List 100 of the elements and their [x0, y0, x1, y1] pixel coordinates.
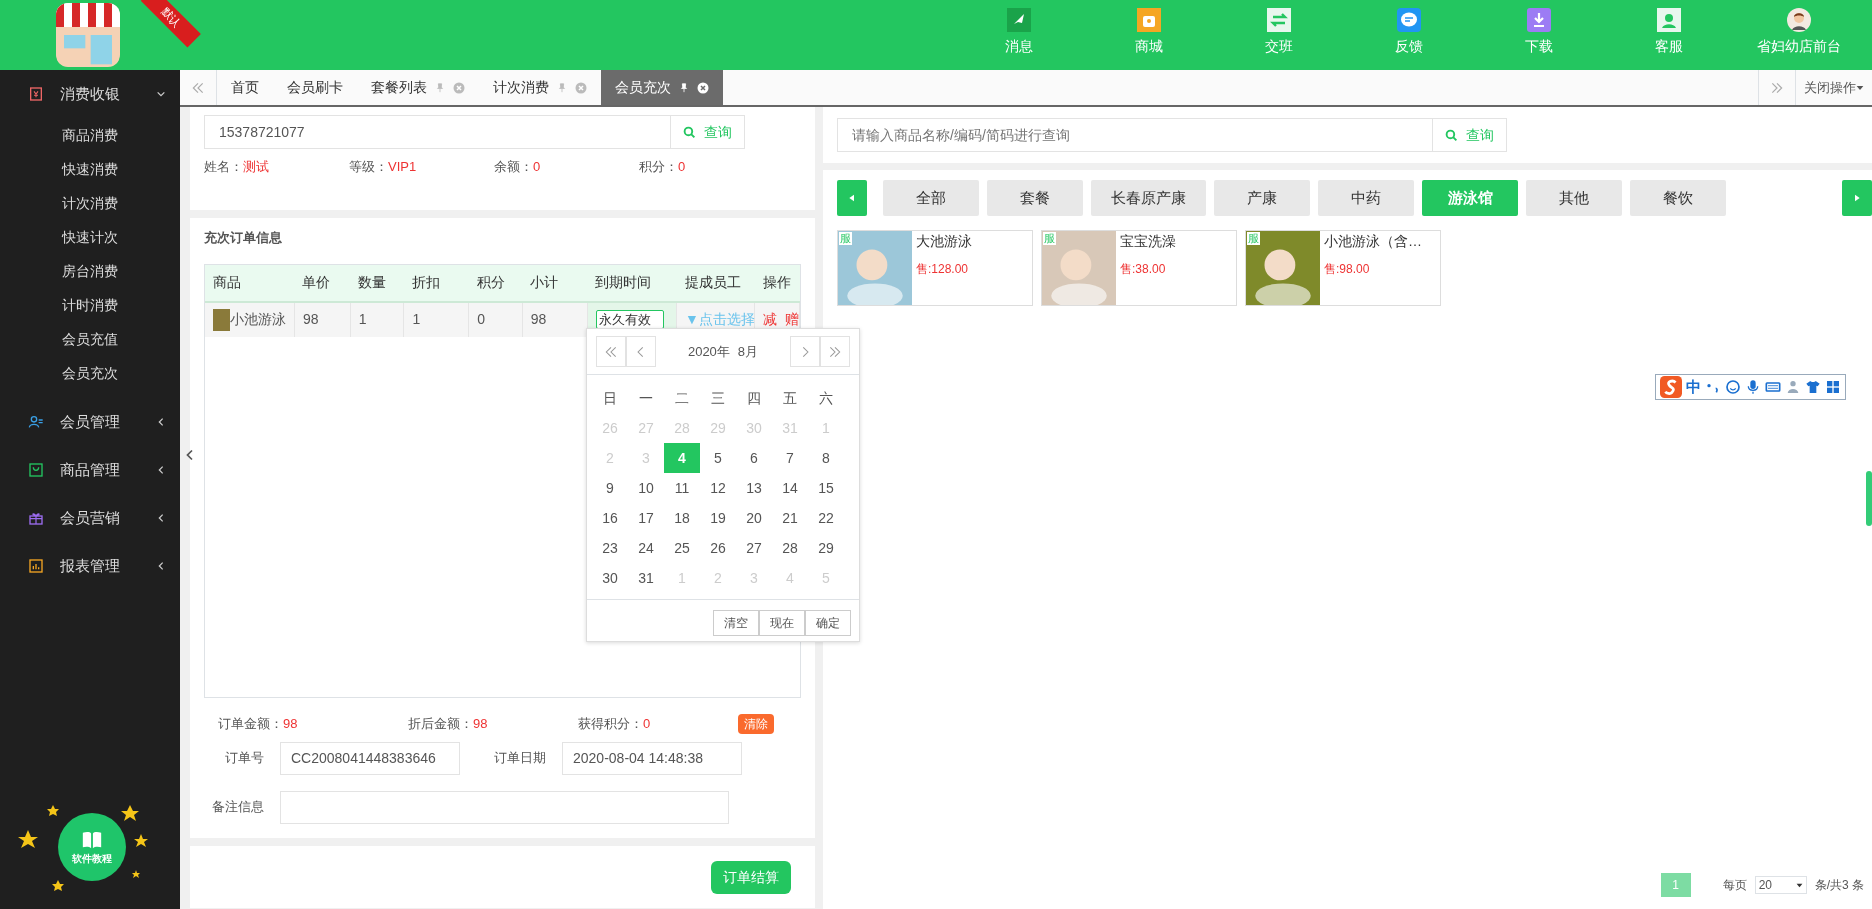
- category-tab[interactable]: 长春原产康: [1091, 180, 1206, 216]
- pin-icon: [679, 81, 689, 94]
- calendar-day[interactable]: 11: [664, 473, 700, 503]
- order-number-field[interactable]: CC2008041448383646: [280, 741, 460, 775]
- calendar-day[interactable]: 24: [628, 533, 664, 563]
- calendar-day[interactable]: 15: [808, 473, 844, 503]
- calendar-day[interactable]: 10: [628, 473, 664, 503]
- tab[interactable]: 会员刷卡: [273, 70, 357, 105]
- calendar-day[interactable]: 28: [772, 533, 808, 563]
- weekday-label: 日: [602, 389, 618, 408]
- calendar-year[interactable]: 2020年: [687, 341, 730, 362]
- sidebar-item[interactable]: 计时消费: [0, 288, 180, 322]
- category-tab[interactable]: 其他: [1526, 180, 1622, 216]
- calendar-day[interactable]: 13: [736, 473, 772, 503]
- phone-input[interactable]: 15378721077: [204, 115, 671, 149]
- calendar-day[interactable]: 14: [772, 473, 808, 503]
- chevron-left-icon: [156, 465, 166, 475]
- calendar-day[interactable]: 17: [628, 503, 664, 533]
- weekday-label: 三: [710, 389, 726, 408]
- smiley-icon[interactable]: [1725, 379, 1741, 395]
- tab[interactable]: 会员充次: [601, 70, 723, 105]
- caret-left-icon: [848, 193, 856, 203]
- chevron-down-icon: [156, 89, 166, 99]
- sidebar-item[interactable]: 快速消费: [0, 152, 180, 186]
- calendar-day[interactable]: 23: [592, 533, 628, 563]
- calendar-day[interactable]: 12: [700, 473, 736, 503]
- grid-icon[interactable]: [1825, 379, 1841, 395]
- category-tab[interactable]: 中药: [1318, 180, 1414, 216]
- sidebar-group[interactable]: 商品管理: [0, 446, 180, 494]
- scrollbar-thumb[interactable]: [1866, 471, 1872, 526]
- tab[interactable]: 首页: [217, 70, 273, 105]
- calendar-month[interactable]: 8月: [737, 341, 759, 362]
- close-operations-menu[interactable]: 关闭操作: [1795, 70, 1872, 105]
- table-cell: 1: [350, 301, 404, 337]
- double-chevron-right-icon[interactable]: [828, 344, 842, 359]
- calendar-day[interactable]: 31: [628, 563, 664, 593]
- avatar-icon[interactable]: [1787, 8, 1811, 32]
- category-tab[interactable]: 全部: [883, 180, 979, 216]
- action-link[interactable]: 赠: [785, 311, 800, 327]
- chat-bubble-icon[interactable]: [1397, 8, 1421, 32]
- member-field: 积分：0: [639, 157, 784, 177]
- calendar-day[interactable]: 27: [736, 533, 772, 563]
- calendar-button[interactable]: 确定: [805, 610, 851, 636]
- person-icon[interactable]: [1785, 379, 1801, 395]
- column-header: 数量: [350, 264, 404, 302]
- per-page-select[interactable]: 20: [1754, 876, 1807, 894]
- product-card[interactable]: 服 宝宝洗澡 售:38.00: [1041, 230, 1237, 306]
- sidebar-item[interactable]: 计次消费: [0, 186, 180, 220]
- calendar-day[interactable]: 16: [592, 503, 628, 533]
- page-total: 条/共3 条: [1814, 877, 1864, 894]
- sidebar-group[interactable]: 报表管理: [0, 542, 180, 590]
- calendar-day[interactable]: 8: [808, 443, 844, 473]
- sidebar-item[interactable]: 快速计次: [0, 220, 180, 254]
- microphone-icon[interactable]: [1745, 379, 1761, 395]
- product-price: 售:98.00: [1324, 261, 1371, 278]
- swap-arrows-icon[interactable]: [1267, 8, 1291, 32]
- category-tab[interactable]: 餐饮: [1630, 180, 1726, 216]
- shirt-icon[interactable]: [1805, 379, 1821, 395]
- column-header: 单价: [294, 264, 351, 302]
- product-search-field[interactable]: 请输入商品名称/编码/简码进行查询: [837, 118, 1433, 152]
- sidebar-item[interactable]: 会员充值: [0, 322, 180, 356]
- sidebar-item[interactable]: 商品消费: [0, 118, 180, 152]
- order-date-field[interactable]: 2020-08-04 14:48:38: [562, 741, 742, 775]
- product-name: 大池游泳: [916, 232, 972, 251]
- sidebar-group[interactable]: 会员营销: [0, 494, 180, 542]
- category-tab[interactable]: 产康: [1214, 180, 1310, 216]
- calendar-day[interactable]: 29: [808, 533, 844, 563]
- close-icon[interactable]: [697, 81, 709, 94]
- calendar-day[interactable]: 20: [736, 503, 772, 533]
- ime-mode[interactable]: 中: [1686, 375, 1701, 399]
- sidebar-item[interactable]: 会员充次: [0, 356, 180, 390]
- product-card[interactable]: 服 小池游泳（含… 售:98.00: [1245, 230, 1441, 306]
- calendar-day[interactable]: 25: [664, 533, 700, 563]
- calendar-day[interactable]: 21: [772, 503, 808, 533]
- sidebar-group[interactable]: 消费收银: [0, 70, 180, 118]
- sidebar-group[interactable]: 会员管理: [0, 398, 180, 446]
- column-header: 到期时间: [587, 264, 677, 302]
- action-link[interactable]: 减: [763, 311, 778, 327]
- calendar-button[interactable]: 清空: [713, 610, 759, 636]
- calendar-day[interactable]: 6: [736, 443, 772, 473]
- calendar-day[interactable]: 19: [700, 503, 736, 533]
- double-chevron-left-icon[interactable]: [604, 344, 618, 359]
- calendar-day[interactable]: 26: [700, 533, 736, 563]
- sidebar-item[interactable]: 房台消费: [0, 254, 180, 288]
- people-icon: [28, 414, 44, 430]
- keyboard-icon[interactable]: [1765, 379, 1781, 395]
- calendar-button[interactable]: 现在: [759, 610, 805, 636]
- calendar-day[interactable]: 9: [592, 473, 628, 503]
- product-card[interactable]: 服 大池游泳 售:128.00: [837, 230, 1033, 306]
- calendar-day[interactable]: 22: [808, 503, 844, 533]
- calendar-day[interactable]: 30: [592, 563, 628, 593]
- category-tab[interactable]: 套餐: [987, 180, 1083, 216]
- calendar-day[interactable]: 7: [772, 443, 808, 473]
- calendar-day[interactable]: 18: [664, 503, 700, 533]
- download-icon[interactable]: [1527, 8, 1551, 32]
- weekday-label: 六: [818, 389, 834, 408]
- tab[interactable]: 计次消费: [479, 70, 601, 105]
- remark-field[interactable]: [280, 790, 729, 824]
- tab[interactable]: 套餐列表: [357, 70, 479, 105]
- calendar-day[interactable]: 5: [700, 443, 736, 473]
